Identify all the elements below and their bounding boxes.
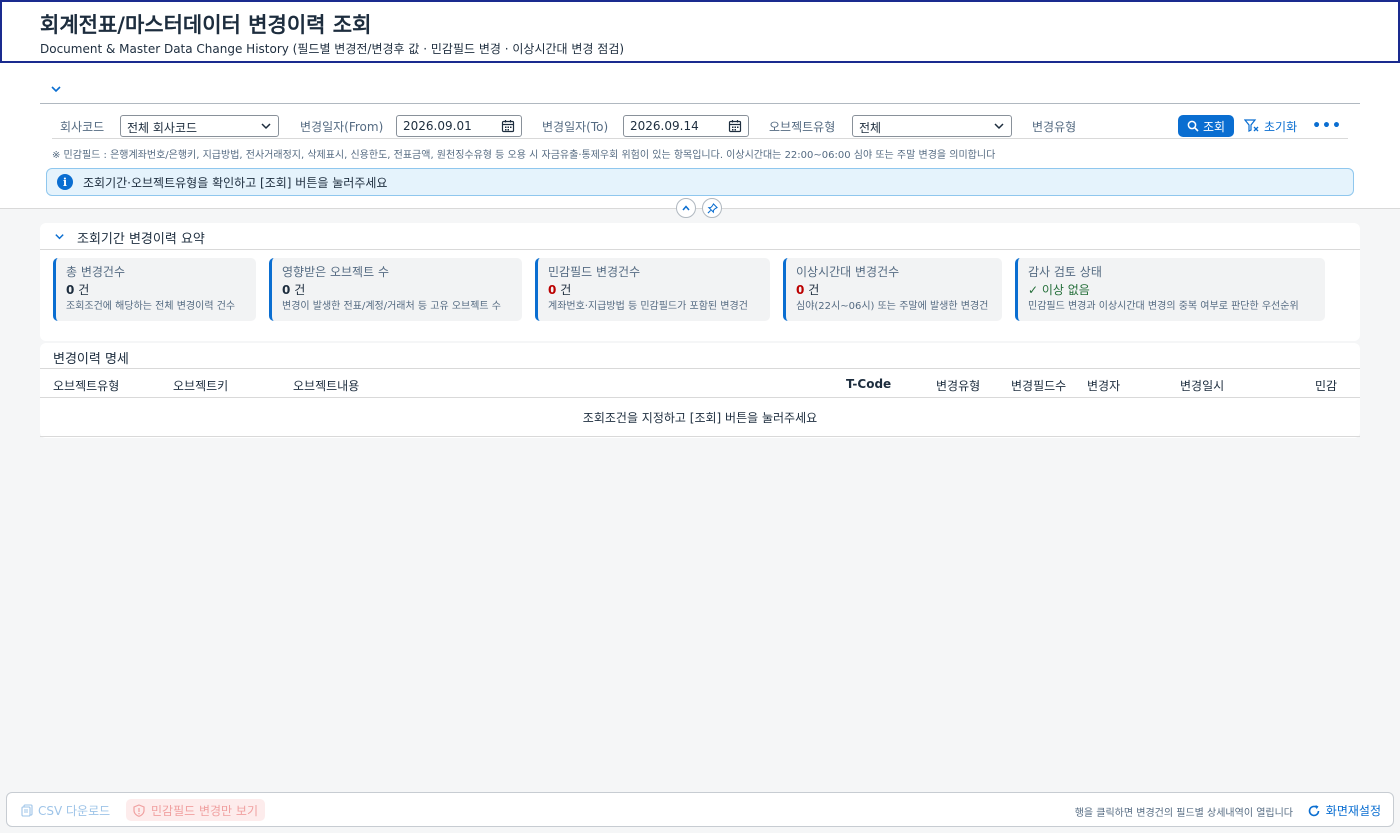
- kpi-label: 영향받은 오브젝트 수: [282, 265, 389, 279]
- summary-section-header[interactable]: 조회기간 변경이력 요약: [40, 223, 1360, 250]
- info-message-strip: i 조회기간·오브젝트유형을 확인하고 [조회] 버튼을 눌러주세요: [46, 168, 1354, 196]
- detail-section: 변경이력 명세 오브젝트유형 오브젝트키 오브젝트내용 T-Code 변경유형 …: [40, 343, 1360, 438]
- csv-download-button[interactable]: CSV 다운로드: [21, 802, 110, 819]
- column-header-changed-by[interactable]: 변경자: [1087, 377, 1120, 394]
- object-type-value: 전체: [859, 121, 882, 135]
- column-header-object-desc[interactable]: 오브젝트내용: [293, 377, 359, 394]
- company-code-value: 전체 회사코드: [127, 121, 198, 135]
- kpi-description: 민감필드 변경과 이상시간대 변경의 중복 여부로 판단한 우선순위: [1028, 301, 1299, 312]
- kpi-value: 0 건: [548, 282, 760, 298]
- page-title: 회계전표/마스터데이터 변경이력 조회: [40, 13, 372, 37]
- kpi-description: 변경이 발생한 전표/계정/거래처 등 고유 오브젝트 수: [282, 301, 502, 312]
- column-header-change-type[interactable]: 변경유형: [936, 377, 980, 394]
- column-header-sensitive[interactable]: 민감: [1315, 377, 1337, 394]
- date-from-input[interactable]: 2026.09.01: [396, 115, 522, 137]
- filter-divider: [52, 138, 1348, 139]
- date-to-input[interactable]: 2026.09.14: [623, 115, 749, 137]
- search-icon: [1187, 120, 1199, 132]
- page-subtitle: Document & Master Data Change History (필…: [40, 42, 625, 56]
- search-button-label: 조회: [1202, 119, 1226, 134]
- kpi-unit: 건: [78, 283, 90, 297]
- kpi-card-audit-status: 감사 검토 상태 ✓ 이상 없음 민감필드 변경과 이상시간대 변경의 중복 여…: [1015, 258, 1325, 321]
- kpi-unit: 건: [808, 283, 820, 297]
- kpi-value: 0 건: [796, 282, 992, 298]
- column-header-object-key[interactable]: 오브젝트키: [173, 377, 228, 394]
- kpi-number: 0: [548, 283, 557, 297]
- date-from-value: 2026.09.01: [403, 119, 472, 133]
- kpi-value: 0 건: [282, 282, 512, 298]
- summary-section-title: 조회기간 변경이력 요약: [77, 232, 205, 247]
- object-type-select[interactable]: 전체: [852, 115, 1012, 137]
- row-click-hint: 행을 클릭하면 변경건의 필드별 상세내역이 열립니다: [1074, 808, 1293, 819]
- kpi-number: 0: [282, 283, 291, 297]
- column-header-changed-field-count[interactable]: 변경필드수: [1011, 377, 1066, 394]
- kpi-card-affected-objects: 영향받은 오브젝트 수 0 건 변경이 발생한 전표/계정/거래처 등 고유 오…: [269, 258, 522, 321]
- column-header-changed-at[interactable]: 변경일시: [1180, 377, 1224, 394]
- filter-bar: 회사코드 전체 회사코드 변경일자(From) 2026.09.01 변경일자(…: [40, 113, 1360, 139]
- kpi-card-abnormal-time-changes: 이상시간대 변경건수 0 건 심야(22시~06시) 또는 주말에 발생한 변경…: [783, 258, 1002, 321]
- info-message-text: 조회기간·오브젝트유형을 확인하고 [조회] 버튼을 눌러주세요: [83, 175, 388, 190]
- kpi-label: 감사 검토 상태: [1028, 265, 1102, 279]
- kpi-unit: 건: [294, 283, 306, 297]
- refresh-icon: [1308, 804, 1320, 816]
- reset-button[interactable]: 초기화: [1244, 115, 1306, 137]
- chevron-down-icon[interactable]: [52, 229, 66, 243]
- csv-download-label: CSV 다운로드: [38, 804, 111, 818]
- filter-collapse-chevron-icon[interactable]: [48, 81, 64, 97]
- kpi-card-sensitive-changes: 민감필드 변경건수 0 건 계좌번호·지급방법 등 민감필드가 포함된 변경건: [535, 258, 770, 321]
- date-to-value: 2026.09.14: [630, 119, 699, 133]
- refresh-label: 화면재설정: [1325, 804, 1381, 818]
- kpi-value: 0 건: [66, 282, 246, 298]
- search-button[interactable]: 조회: [1178, 115, 1234, 137]
- detail-section-title: 변경이력 명세: [53, 352, 129, 367]
- audit-status-text: ✓ 이상 없음: [1028, 283, 1090, 297]
- chevron-down-icon: [261, 123, 271, 130]
- pin-header-button[interactable]: [702, 198, 722, 218]
- calendar-icon[interactable]: [501, 119, 515, 133]
- date-to-label: 변경일자(To): [542, 120, 609, 134]
- shield-icon: [133, 803, 145, 817]
- filter-area: 회사코드 전체 회사코드 변경일자(From) 2026.09.01 변경일자(…: [0, 63, 1400, 209]
- kpi-label: 이상시간대 변경건수: [796, 265, 900, 279]
- kpi-label: 민감필드 변경건수: [548, 265, 641, 279]
- sensitive-only-button[interactable]: 민감필드 변경만 보기: [126, 799, 265, 821]
- sensitive-field-note: ※ 민감필드 : 은행계좌번호/은행키, 지급방법, 전사거래정지, 삭제표시,…: [52, 150, 996, 161]
- clear-filter-icon: [1244, 119, 1259, 132]
- table-empty-message: 조회조건을 지정하고 [조회] 버튼을 눌러주세요: [40, 398, 1360, 437]
- filter-divider: [40, 103, 1360, 104]
- collapse-header-button[interactable]: [676, 198, 696, 218]
- object-type-label: 오브젝트유형: [769, 120, 836, 134]
- kpi-description: 조회조건에 해당하는 전체 변경이력 건수: [66, 301, 236, 312]
- date-from-label: 변경일자(From): [300, 120, 384, 134]
- pin-icon: [707, 202, 718, 213]
- column-header-object-type[interactable]: 오브젝트유형: [53, 377, 119, 394]
- kpi-label: 총 변경건수: [66, 265, 126, 279]
- kpi-unit: 건: [560, 283, 572, 297]
- change-type-label: 변경유형: [1032, 120, 1077, 134]
- column-header-tcode[interactable]: T-Code: [846, 377, 891, 391]
- page-header: 회계전표/마스터데이터 변경이력 조회 Document & Master Da…: [0, 0, 1400, 63]
- more-options-icon[interactable]: •••: [1312, 115, 1341, 137]
- info-icon: i: [57, 174, 73, 190]
- company-code-select[interactable]: 전체 회사코드: [120, 115, 279, 137]
- kpi-card-total-changes: 총 변경건수 0 건 조회조건에 해당하는 전체 변경이력 건수: [53, 258, 256, 321]
- kpi-value: ✓ 이상 없음: [1028, 282, 1315, 298]
- refresh-button[interactable]: 화면재설정: [1307, 802, 1381, 819]
- chevron-up-icon: [682, 205, 690, 211]
- kpi-description: 계좌번호·지급방법 등 민감필드가 포함된 변경건: [548, 301, 748, 312]
- kpi-number: 0: [796, 283, 805, 297]
- export-icon: [21, 804, 33, 817]
- kpi-description: 심야(22시~06시) 또는 주말에 발생한 변경건: [796, 301, 989, 312]
- summary-section: 조회기간 변경이력 요약 총 변경건수 0 건 조회조건에 해당하는 전체 변경…: [40, 223, 1360, 341]
- table-header-row: 오브젝트유형 오브젝트키 오브젝트내용 T-Code 변경유형 변경필드수 변경…: [40, 368, 1360, 398]
- footer-toolbar: CSV 다운로드 민감필드 변경만 보기 행을 클릭하면 변경건의 필드별 상세…: [6, 792, 1394, 827]
- reset-button-label: 초기화: [1264, 119, 1298, 134]
- kpi-number: 0: [66, 283, 75, 297]
- calendar-icon[interactable]: [728, 119, 742, 133]
- chevron-down-icon: [994, 123, 1004, 130]
- sensitive-only-label: 민감필드 변경만 보기: [151, 803, 258, 818]
- company-code-label: 회사코드: [60, 120, 105, 134]
